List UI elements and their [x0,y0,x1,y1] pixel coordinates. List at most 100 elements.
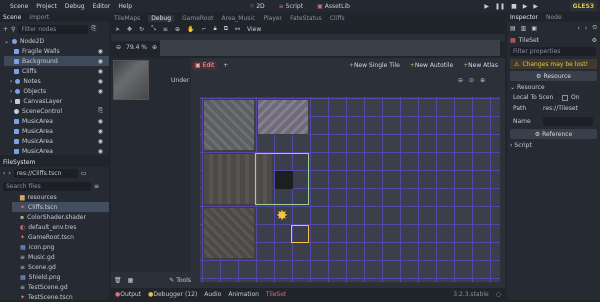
group-icon[interactable]: ⧉ [224,25,228,33]
tree-row[interactable]: Fragile Walls ◉ [4,46,109,56]
tile-region[interactable] [203,207,255,259]
eye-icon[interactable]: ◉ [98,138,103,145]
tab-audio[interactable]: Audio [204,291,221,298]
update-spinner-icon[interactable]: ◌ [496,291,505,298]
list-item[interactable]: ✦ GameRoot.tscn [20,232,109,242]
tab-import[interactable]: Import [29,14,49,21]
pause-icon[interactable]: ❚❚ [495,3,505,10]
eye-icon[interactable]: ◉ [98,88,103,95]
tree-row[interactable]: Cliffs ◉ [4,66,109,76]
list-item[interactable]: ≡ Music.gd [20,252,109,262]
tab-node[interactable]: Node [546,14,562,21]
new-atlas-button[interactable]: + New Atlas [461,61,500,70]
list-item[interactable]: ≡ Scene.gd [20,262,109,272]
tab-gameroot[interactable]: GameRoot [182,15,213,22]
tree-row[interactable]: Background ◉ [4,56,109,66]
rotate-tool-icon[interactable]: ↻ [139,26,144,33]
filter-nodes-input[interactable]: Filter nodes [18,24,89,34]
tree-row[interactable]: › CanvasLayer [4,96,109,106]
menu-project[interactable]: Project [36,3,57,10]
workspace-assetlib[interactable]: ▣ AssetLib [317,3,350,10]
texture-thumbnail[interactable] [113,60,149,100]
tab-fatestatus[interactable]: FateStatus [290,15,322,22]
forward-icon[interactable]: › [8,170,10,177]
menu-help[interactable]: Help [118,3,132,10]
menu-editor[interactable]: Editor [93,3,111,10]
history-back-icon[interactable]: ‹ [578,25,580,32]
zoom-out-icon[interactable]: ⊖ [116,44,121,51]
eye-icon[interactable]: ◉ [98,148,103,155]
play-custom-icon[interactable]: ▶ [533,3,538,10]
list-item[interactable]: ◐ default_env.tres [20,222,109,232]
add-texture-icon[interactable]: + [223,62,228,69]
tree-row[interactable]: MusicArea ◉ [4,126,109,136]
add-node-icon[interactable]: + [3,26,8,33]
eye-icon[interactable]: ◉ [98,68,103,75]
zoom-in-icon[interactable]: ⊕ [152,44,157,51]
list-tool-icon[interactable]: ≡ [163,26,168,33]
tree-row[interactable]: MusicArea ◉ [4,136,109,146]
link-icon[interactable]: ⚲ [11,26,15,33]
list-item[interactable]: ✦ Cliffs.tscn [12,202,109,212]
list-item[interactable]: ✦ TestScene.tscn [20,292,109,302]
bone-icon[interactable]: ⚯ [235,26,240,33]
tile-region[interactable] [203,99,255,151]
path-value[interactable]: res://Tileset [543,105,578,112]
tree-row[interactable]: › Objects ◉ [4,86,109,96]
split-icon[interactable]: ▭ [81,170,87,177]
list-item[interactable]: ▪ ColorShader.shader [20,212,109,222]
eye-icon[interactable]: ◉ [98,78,103,85]
tab-debugger[interactable]: ●Debugger (12) [148,291,197,298]
open-resource-icon[interactable]: ▥ [521,25,527,32]
history-icon[interactable]: ⏲ [592,24,600,32]
menu-debug[interactable]: Debug [65,3,85,10]
new-single-tile-button[interactable]: + New Single Tile [347,61,402,70]
script-attached-icon[interactable]: ⎘ [98,107,103,115]
sort-icon[interactable]: ≡ [94,183,99,190]
view-menu[interactable]: View [247,26,261,33]
grid-icon[interactable]: ▦ [128,277,134,284]
tab-area-music[interactable]: Area_Music [222,15,256,22]
script-icon[interactable]: ⎘ [91,25,96,33]
zoom-level[interactable]: 79.4 % [126,44,147,51]
play-scene-icon[interactable]: ▶ [523,3,528,10]
zoom-out-icon[interactable]: ⊖ [458,77,463,84]
pivot-tool-icon[interactable]: ⊕ [175,26,180,33]
tab-output[interactable]: ●Output [115,291,141,298]
tile-region[interactable] [257,99,309,135]
tree-row[interactable]: ⌄ Node2D [4,36,109,46]
renderer-badge[interactable]: GLES3 [569,1,597,11]
tab-scene[interactable]: Scene [3,14,21,21]
select-tool-icon[interactable]: ➤ [115,26,120,33]
tab-player[interactable]: Player [263,15,282,22]
name-field[interactable] [543,116,593,126]
tree-row[interactable]: › Notes ◉ [4,76,109,86]
back-icon[interactable]: ‹ [3,170,5,177]
save-resource-icon[interactable]: ▣ [531,25,537,32]
zoom-reset-icon[interactable]: ⊙ [469,77,474,84]
move-tool-icon[interactable]: ✥ [127,26,132,33]
section-resource[interactable]: ⌄ Resource [507,82,600,92]
zoom-in-icon[interactable]: ⊕ [480,77,485,84]
tab-debug[interactable]: Debug [148,14,175,22]
search-files-input[interactable]: Search files [3,181,91,191]
lock-icon[interactable]: 🔒︎ [213,25,216,33]
tree-row[interactable]: MusicArea ◉ [4,116,109,126]
list-item[interactable]: ▦ Shield.png [20,272,109,282]
eye-icon[interactable]: ◉ [98,118,103,125]
tab-animation[interactable]: Animation [228,291,259,298]
tree-row[interactable]: SceneControl ⎘ [4,106,109,116]
section-script[interactable]: › Script [507,140,600,150]
trash-icon[interactable]: 🗑︎ [114,277,122,284]
list-item[interactable]: ▆ resources [20,192,109,202]
eye-icon[interactable]: ◉ [98,48,103,55]
pan-tool-icon[interactable]: ✋ [187,26,194,33]
tab-tilemaps[interactable]: TileMaps [114,15,140,22]
list-item[interactable]: ▦ icon.png [20,242,109,252]
scale-tool-icon[interactable]: ⤡ [151,25,156,33]
tile-selection[interactable] [255,153,309,205]
ruler-tool-icon[interactable]: ⌐ [201,26,206,33]
eye-icon[interactable]: ◉ [98,58,103,65]
reference-button[interactable]: ⚙ Reference [510,129,597,139]
play-icon[interactable]: ▶ [484,3,489,10]
